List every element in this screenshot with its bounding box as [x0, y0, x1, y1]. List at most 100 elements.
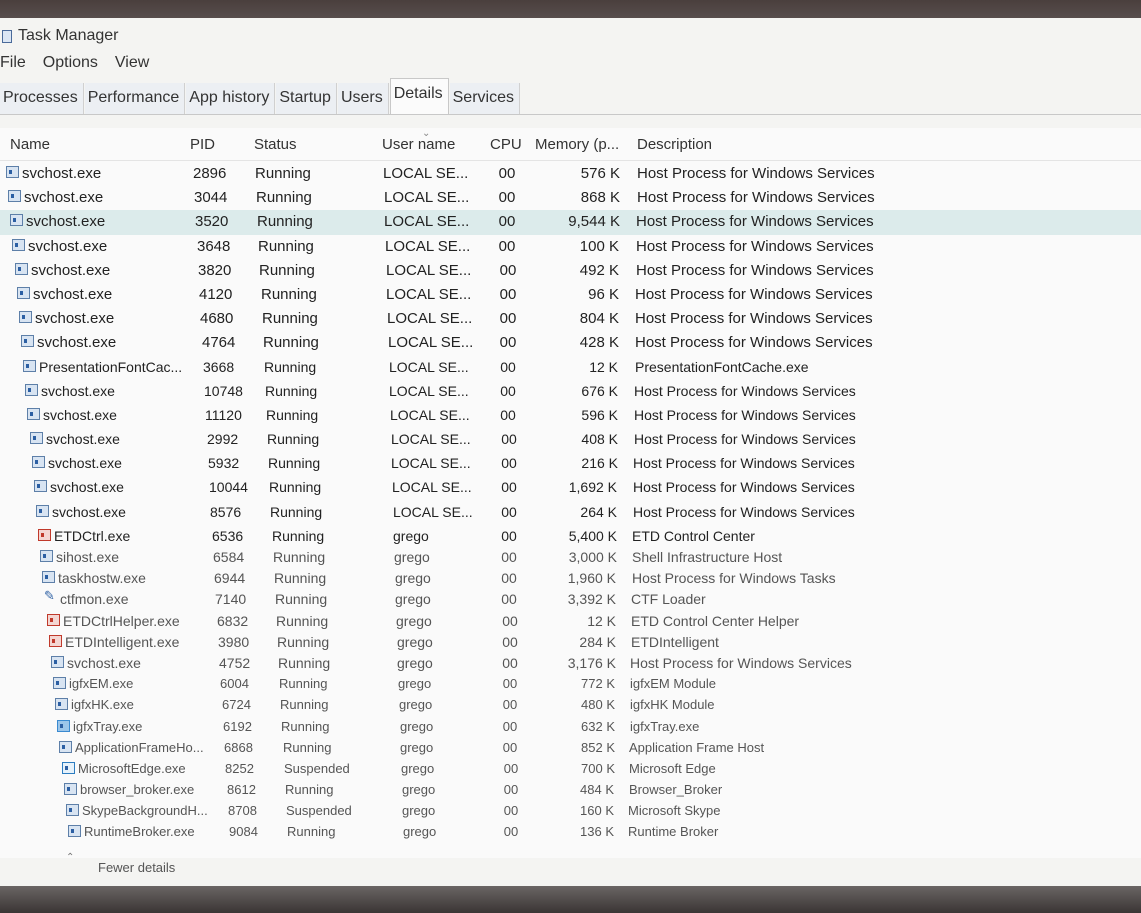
cell-name: igfxEM.exe — [69, 676, 134, 692]
cell-pid: 3044 — [194, 189, 228, 207]
table-row[interactable]: svchost.exe 3820 Running LOCAL SE... 00 492 K… — [0, 259, 1141, 283]
cell-name: ETDCtrlHelper.exe — [63, 612, 180, 629]
tab-app-history[interactable]: App history — [186, 83, 276, 114]
table-row[interactable]: svchost.exe 4752 Running grego 00 3,176 K Host… — [0, 652, 1141, 673]
table-row[interactable]: PresentationFontCac... 3668 Running LOCAL S… — [0, 356, 1141, 380]
cell-user-name: grego — [401, 760, 435, 776]
cell-memory: 136 K — [580, 824, 614, 840]
cell-status: Running — [279, 676, 328, 692]
service-icon — [36, 504, 49, 517]
table-row[interactable]: svchost.exe 2992 Running LOCAL SE... 00 408 K… — [0, 428, 1141, 452]
cell-memory: 868 K — [580, 189, 620, 207]
cell-name: svchost.exe — [37, 334, 117, 352]
table-row[interactable]: ApplicationFrameHo... 6868 Running grego 00 8… — [0, 737, 1141, 758]
process-list[interactable]: ⌄ Name PID Status User name CPU Memory (… — [0, 128, 1141, 858]
cell-user-name: LOCAL SE... — [383, 165, 469, 182]
cell-name: svchost.exe — [50, 479, 124, 496]
cell-cpu: 00 — [501, 455, 517, 472]
table-row[interactable]: svchost.exe 3044 Running LOCAL SE... 00 868 K… — [0, 186, 1141, 210]
tab-users[interactable]: Users — [337, 83, 389, 114]
process-rows: svchost.exe 2896 Running LOCAL SE... 00 576 K… — [0, 162, 1141, 843]
column-header-name[interactable]: Name — [10, 136, 50, 153]
table-row[interactable]: svchost.exe 4120 Running LOCAL SE... 00 96 K H… — [0, 283, 1141, 307]
task-manager-icon — [2, 29, 12, 43]
column-header-description[interactable]: Description — [637, 136, 712, 153]
tab-performance[interactable]: Performance — [84, 83, 186, 114]
cell-pid: 6944 — [214, 570, 246, 587]
tab-startup[interactable]: Startup — [276, 83, 337, 114]
cell-description: Host Process for Windows Services — [635, 310, 873, 328]
table-row[interactable]: svchost.exe 10044 Running LOCAL SE... 00 1,69… — [0, 476, 1141, 500]
cell-pid: 10044 — [209, 479, 248, 496]
table-row[interactable]: svchost.exe 4680 Running LOCAL SE... 00 804 K… — [0, 307, 1141, 331]
cell-cpu: 00 — [501, 591, 517, 608]
service-icon — [59, 740, 72, 753]
column-header-cpu[interactable]: CPU — [490, 136, 522, 153]
cell-description: Browser_Broker — [629, 782, 723, 798]
table-row[interactable]: ETDCtrlHelper.exe 6832 Running grego 00 12 K E… — [0, 610, 1141, 631]
menu-file[interactable]: File — [0, 54, 26, 76]
cell-memory: 1,692 K — [568, 479, 617, 496]
table-row[interactable]: svchost.exe 4764 Running LOCAL SE... 00 428 K… — [0, 331, 1141, 355]
table-row[interactable]: igfxHK.exe 6724 Running grego 00 480 K igfxHK … — [0, 694, 1141, 715]
cell-description: PresentationFontCache.exe — [635, 358, 809, 375]
table-row[interactable]: svchost.exe 10748 Running LOCAL SE... 00 676 … — [0, 380, 1141, 404]
table-row[interactable]: ETDCtrl.exe 6536 Running grego 00 5,400 K ETD … — [0, 525, 1141, 546]
cell-memory: 100 K — [579, 237, 619, 255]
table-row[interactable]: svchost.exe 11120 Running LOCAL SE... 00 596 … — [0, 404, 1141, 428]
service-icon — [51, 655, 64, 668]
cell-cpu: 00 — [499, 334, 517, 352]
cell-pid: 4120 — [199, 285, 233, 303]
cell-memory: 772 K — [581, 676, 615, 692]
table-row[interactable]: svchost.exe 3648 Running LOCAL SE... 00 100 K… — [0, 235, 1141, 259]
column-header-status[interactable]: Status — [254, 136, 297, 153]
table-row[interactable]: ctfmon.exe 7140 Running grego 00 3,392 K CTF L… — [0, 588, 1141, 609]
cell-description: Host Process for Windows Services — [633, 455, 855, 472]
cell-user-name: grego — [394, 549, 430, 565]
table-row[interactable]: igfxTray.exe 6192 Running grego 00 632 K igfxT… — [0, 716, 1141, 737]
cell-cpu: 00 — [498, 213, 516, 231]
tab-strip: Processes Performance App history Startu… — [0, 78, 521, 115]
menu-options[interactable]: Options — [43, 54, 98, 76]
column-header-pid[interactable]: PID — [190, 136, 215, 153]
cell-memory: 576 K — [580, 165, 620, 182]
table-row[interactable]: browser_broker.exe 8612 Running grego 00 484 … — [0, 779, 1141, 800]
table-row[interactable]: taskhostw.exe 6944 Running grego 00 1,960 K Ho… — [0, 567, 1141, 588]
service-icon — [64, 783, 77, 796]
service-icon — [30, 432, 43, 445]
cell-cpu: 00 — [503, 824, 519, 840]
column-header-memory[interactable]: Memory (p... — [535, 136, 619, 153]
table-row[interactable]: svchost.exe 3520 Running LOCAL SE... 00 9,544… — [0, 210, 1141, 235]
cell-pid: 8576 — [210, 503, 242, 520]
cell-user-name: grego — [398, 676, 432, 692]
table-row[interactable]: ETDIntelligent.exe 3980 Running grego 00 284 … — [0, 631, 1141, 652]
cell-user-name: grego — [400, 739, 434, 755]
table-row[interactable]: sihost.exe 6584 Running grego 00 3,000 K Shell… — [0, 546, 1141, 567]
cell-memory: 3,176 K — [567, 654, 616, 671]
cell-memory: 12 K — [587, 612, 616, 629]
menu-view[interactable]: View — [115, 54, 149, 76]
cell-pid: 6832 — [217, 612, 249, 629]
cell-memory: 5,400 K — [568, 527, 617, 544]
table-row[interactable]: RuntimeBroker.exe 9084 Running grego 00 136 K… — [0, 821, 1141, 842]
table-row[interactable]: MicrosoftEdge.exe 8252 Suspended grego 00 700… — [0, 758, 1141, 779]
cell-name: SkypeBackgroundH... — [82, 803, 208, 819]
tab-services[interactable]: Services — [449, 83, 520, 114]
cell-pid: 4680 — [200, 310, 234, 328]
table-row[interactable]: igfxEM.exe 6004 Running grego 00 772 K igfxEM … — [0, 673, 1141, 694]
cell-status: Running — [268, 455, 321, 472]
column-header-user-name[interactable]: User name — [382, 136, 455, 153]
cell-status: Running — [255, 165, 311, 182]
table-row[interactable]: SkypeBackgroundH... 8708 Suspended grego 00 1… — [0, 800, 1141, 821]
cell-cpu: 00 — [499, 261, 517, 279]
table-row[interactable]: svchost.exe 2896 Running LOCAL SE... 00 576 K… — [0, 162, 1141, 186]
table-row[interactable]: svchost.exe 5932 Running LOCAL SE... 00 216 K… — [0, 452, 1141, 476]
cell-user-name: LOCAL SE... — [393, 503, 473, 520]
tab-details[interactable]: Details — [389, 78, 449, 115]
tab-processes[interactable]: Processes — [0, 83, 84, 114]
fewer-details-link[interactable]: Fewer details — [98, 860, 175, 875]
service-icon — [8, 190, 21, 203]
cell-cpu: 00 — [501, 503, 517, 520]
table-row[interactable]: svchost.exe 8576 Running LOCAL SE... 00 264 K… — [0, 501, 1141, 525]
touchpad-icon — [47, 613, 60, 626]
